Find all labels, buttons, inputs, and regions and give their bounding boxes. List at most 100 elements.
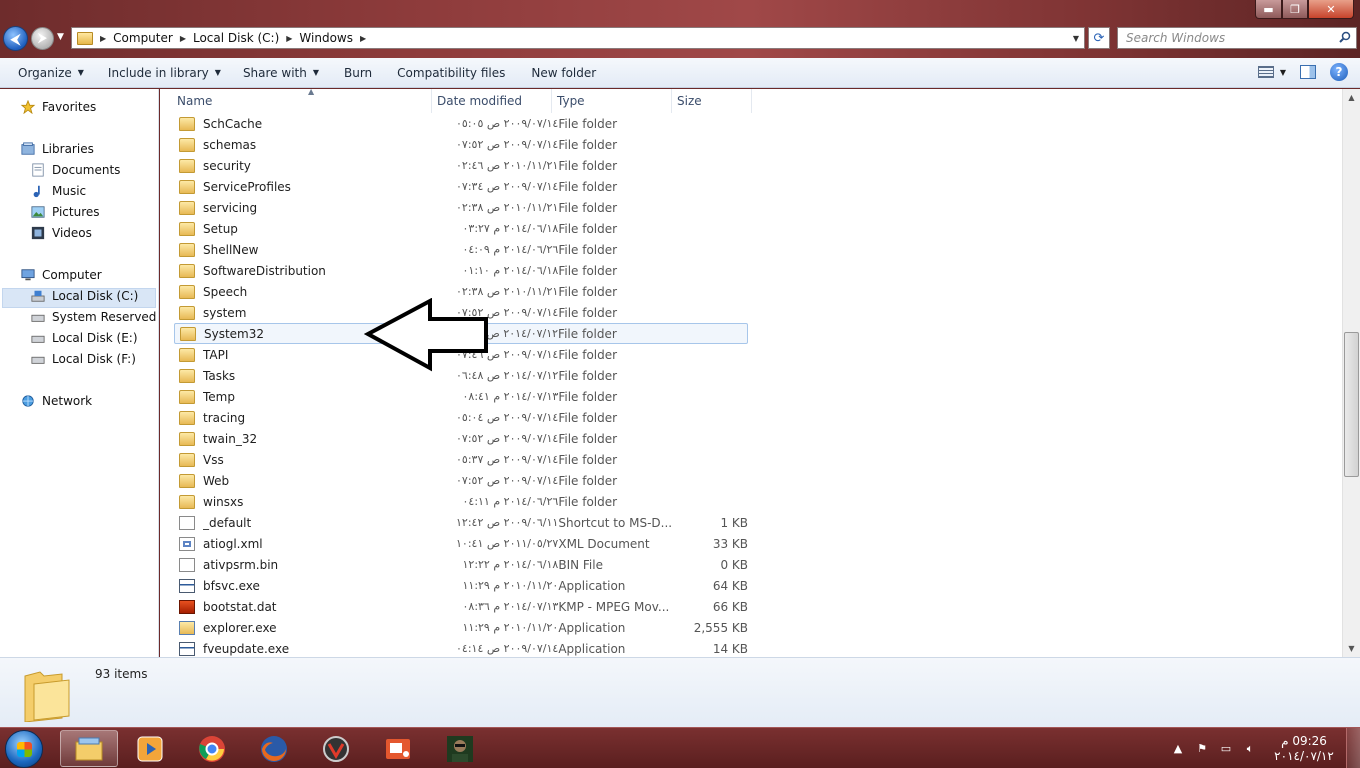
search-input[interactable]: Search Windows xyxy=(1117,27,1357,49)
file-row[interactable]: Web ٢٠٠٩/٠٧/١٤ ص ٠٧:٥٢ File folder xyxy=(174,470,748,491)
nav-local-disk-f[interactable]: Local Disk (F:) xyxy=(30,349,136,369)
folder-icon xyxy=(179,494,195,509)
taskbar-media-player[interactable] xyxy=(121,730,179,767)
burn-button[interactable]: Burn xyxy=(335,66,381,80)
file-date-modified: ٢٠١٠/١١/٢١ ص ٠٢:٣٨ xyxy=(456,201,559,214)
file-name: ativpsrm.bin xyxy=(203,557,279,572)
start-button[interactable] xyxy=(5,730,43,768)
file-row[interactable]: schemas ٢٠٠٩/٠٧/١٤ ص ٠٧:٥٢ File folder xyxy=(174,134,748,155)
column-header-size[interactable]: Size xyxy=(672,89,752,113)
taskbar-app-avatar[interactable] xyxy=(431,730,489,767)
chevron-down-icon[interactable]: ▼ xyxy=(1068,34,1084,43)
chevron-right-icon[interactable]: ▶ xyxy=(180,34,186,43)
nav-music[interactable]: Music xyxy=(30,181,86,201)
back-button[interactable]: ⮜ xyxy=(3,26,28,51)
nav-libraries[interactable]: Libraries xyxy=(20,139,94,159)
nav-network[interactable]: Network xyxy=(20,391,92,411)
chevron-right-icon[interactable]: ▶ xyxy=(286,34,292,43)
file-date-modified: ٢٠١٠/١١/٢٠ م ١١:٢٩ xyxy=(462,621,559,634)
file-row[interactable]: tracing ٢٠٠٩/٠٧/١٤ ص ٠٥:٠٤ File folder xyxy=(174,407,748,428)
breadcrumb-computer[interactable]: Computer xyxy=(113,31,173,45)
scroll-up-icon[interactable]: ▲ xyxy=(1343,89,1360,106)
new-folder-button[interactable]: New folder xyxy=(522,66,605,80)
include-in-library-button[interactable]: Include in library ▼ xyxy=(99,66,230,80)
file-name: bfsvc.exe xyxy=(203,578,260,593)
column-header-name[interactable]: ▲ Name xyxy=(172,87,432,113)
file-row[interactable]: explorer.exe ٢٠١٠/١١/٢٠ م ١١:٢٩ Applicatio… xyxy=(174,617,748,638)
show-desktop-button[interactable] xyxy=(1346,728,1360,768)
file-row[interactable]: ShellNew ٢٠١٤/٠٦/٢٦ م ٠٤:٠٩ File folder xyxy=(174,239,748,260)
help-icon[interactable]: ? xyxy=(1330,63,1348,81)
chevron-right-icon[interactable]: ▶ xyxy=(100,34,106,43)
column-header-type[interactable]: Type xyxy=(552,89,672,113)
recent-pages-dropdown[interactable]: ▼ xyxy=(57,32,67,44)
file-row[interactable]: twain_32 ٢٠٠٩/٠٧/١٤ ص ٠٧:٥٢ File folder xyxy=(174,428,748,449)
file-name: bootstat.dat xyxy=(203,599,277,614)
file-row[interactable]: SchCache ٢٠٠٩/٠٧/١٤ ص ٠٥:٠٥ File folder xyxy=(174,113,748,134)
file-type: File folder xyxy=(558,242,618,257)
taskbar-firefox[interactable] xyxy=(245,730,303,767)
file-row[interactable]: atiogl.xml ٢٠١١/٠٥/٢٧ ص ١٠:٤١ XML Document… xyxy=(174,533,748,554)
chevron-right-icon[interactable]: ▶ xyxy=(360,34,366,43)
nav-pictures[interactable]: Pictures xyxy=(30,202,100,222)
refresh-button[interactable]: ⟳ xyxy=(1088,27,1110,49)
file-date-modified: ٢٠٠٩/٠٦/١١ ص ١٢:٤٢ xyxy=(456,516,559,529)
file-row[interactable]: servicing ٢٠١٠/١١/٢١ ص ٠٢:٣٨ File folder xyxy=(174,197,748,218)
firefox-icon xyxy=(261,735,287,762)
network-tray-icon[interactable]: ▭ xyxy=(1218,741,1234,757)
maximize-button[interactable]: ❐ xyxy=(1282,0,1308,19)
taskbar-recorder[interactable] xyxy=(369,730,427,767)
file-row[interactable]: winsxs ٢٠١٤/٠٦/٢٦ م ٠٤:١١ File folder xyxy=(174,491,748,512)
show-hidden-icons-icon[interactable]: ▲ xyxy=(1170,741,1186,757)
file-type: File folder xyxy=(558,326,617,341)
preview-pane-icon[interactable] xyxy=(1300,65,1316,79)
file-type: File folder xyxy=(558,431,618,446)
file-row[interactable]: _default ٢٠٠٩/٠٦/١١ ص ١٢:٤٢ Shortcut to MS… xyxy=(174,512,748,533)
network-icon xyxy=(22,395,34,407)
change-view-button[interactable]: ▼ xyxy=(1257,66,1286,78)
volume-icon[interactable]: 🔈︎ xyxy=(1242,741,1258,757)
nav-local-disk-c[interactable]: Local Disk (C:) xyxy=(30,286,138,306)
compatibility-files-button[interactable]: Compatibility files xyxy=(388,66,514,80)
vertical-scrollbar[interactable]: ▲ ▼ xyxy=(1342,89,1360,657)
nav-favorites[interactable]: Favorites xyxy=(20,97,96,117)
file-type: File folder xyxy=(558,305,618,320)
file-row[interactable]: security ٢٠١٠/١١/٢١ ص ٠٢:٤٦ File folder xyxy=(174,155,748,176)
search-icon[interactable] xyxy=(1339,31,1351,43)
scroll-down-icon[interactable]: ▼ xyxy=(1343,640,1360,657)
system-tray: ▲ ⚑ ▭ 🔈︎ 09:26 م ٢٠١٤/٠٧/١٢ xyxy=(1166,728,1360,768)
breadcrumb-local-disk-c[interactable]: Local Disk (C:) xyxy=(193,31,279,45)
drive-icon xyxy=(31,290,45,302)
address-bar[interactable]: ▶ Computer ▶ Local Disk (C:) ▶ Windows ▶… xyxy=(71,27,1085,49)
nav-local-disk-f-label: Local Disk (F:) xyxy=(52,352,136,366)
file-row[interactable]: Vss ٢٠٠٩/٠٧/١٤ ص ٠٥:٣٧ File folder xyxy=(174,449,748,470)
taskbar-chrome[interactable] xyxy=(183,730,241,767)
share-with-button[interactable]: Share with ▼ xyxy=(234,66,328,80)
file-row[interactable]: bootstat.dat ٢٠١٤/٠٧/١٣ م ٠٨:٣٦ KMP - MPEG… xyxy=(174,596,748,617)
nav-documents[interactable]: Documents xyxy=(30,160,120,180)
close-button[interactable]: ✕ xyxy=(1308,0,1354,19)
flag-icon[interactable]: ⚑ xyxy=(1194,741,1210,757)
chevron-down-icon: ▼ xyxy=(1279,67,1286,77)
clock[interactable]: 09:26 م ٢٠١٤/٠٧/١٢ xyxy=(1262,734,1346,764)
nav-computer[interactable]: Computer xyxy=(20,265,102,285)
file-row[interactable]: SoftwareDistribution ٢٠١٤/٠٦/١٨ م ٠١:١٠ Fi… xyxy=(174,260,748,281)
file-row[interactable]: fveupdate.exe ٢٠٠٩/٠٧/١٤ ص ٠٤:١٤ Applicati… xyxy=(174,638,748,659)
nav-system-reserved[interactable]: System Reserved (D: xyxy=(30,307,178,327)
nav-videos[interactable]: Videos xyxy=(30,223,92,243)
breadcrumb-windows[interactable]: Windows xyxy=(299,31,353,45)
minimize-button[interactable]: ▬ xyxy=(1255,0,1282,19)
file-row[interactable]: Temp ٢٠١٤/٠٧/١٣ م ٠٨:٤١ File folder xyxy=(174,386,748,407)
scrollbar-thumb[interactable] xyxy=(1344,332,1359,477)
organize-button[interactable]: Organize ▼ xyxy=(9,66,93,80)
nav-local-disk-e[interactable]: Local Disk (E:) xyxy=(30,328,138,348)
file-type: File folder xyxy=(558,473,618,488)
file-row[interactable]: ServiceProfiles ٢٠٠٩/٠٧/١٤ ص ٠٧:٣٤ File fo… xyxy=(174,176,748,197)
forward-button[interactable]: ⮞ xyxy=(31,27,54,50)
file-row[interactable]: bfsvc.exe ٢٠١٠/١١/٢٠ م ١١:٢٩ Application 64… xyxy=(174,575,748,596)
taskbar-explorer[interactable] xyxy=(60,730,118,767)
taskbar-game[interactable] xyxy=(307,730,365,767)
file-row[interactable]: ativpsrm.bin ٢٠١٤/٠٦/١٨ م ١٢:٢٢ BIN File 0 … xyxy=(174,554,748,575)
column-header-date[interactable]: Date modified xyxy=(432,89,552,113)
file-row[interactable]: Setup ٢٠١٤/٠٦/١٨ م ٠٣:٢٧ File folder xyxy=(174,218,748,239)
